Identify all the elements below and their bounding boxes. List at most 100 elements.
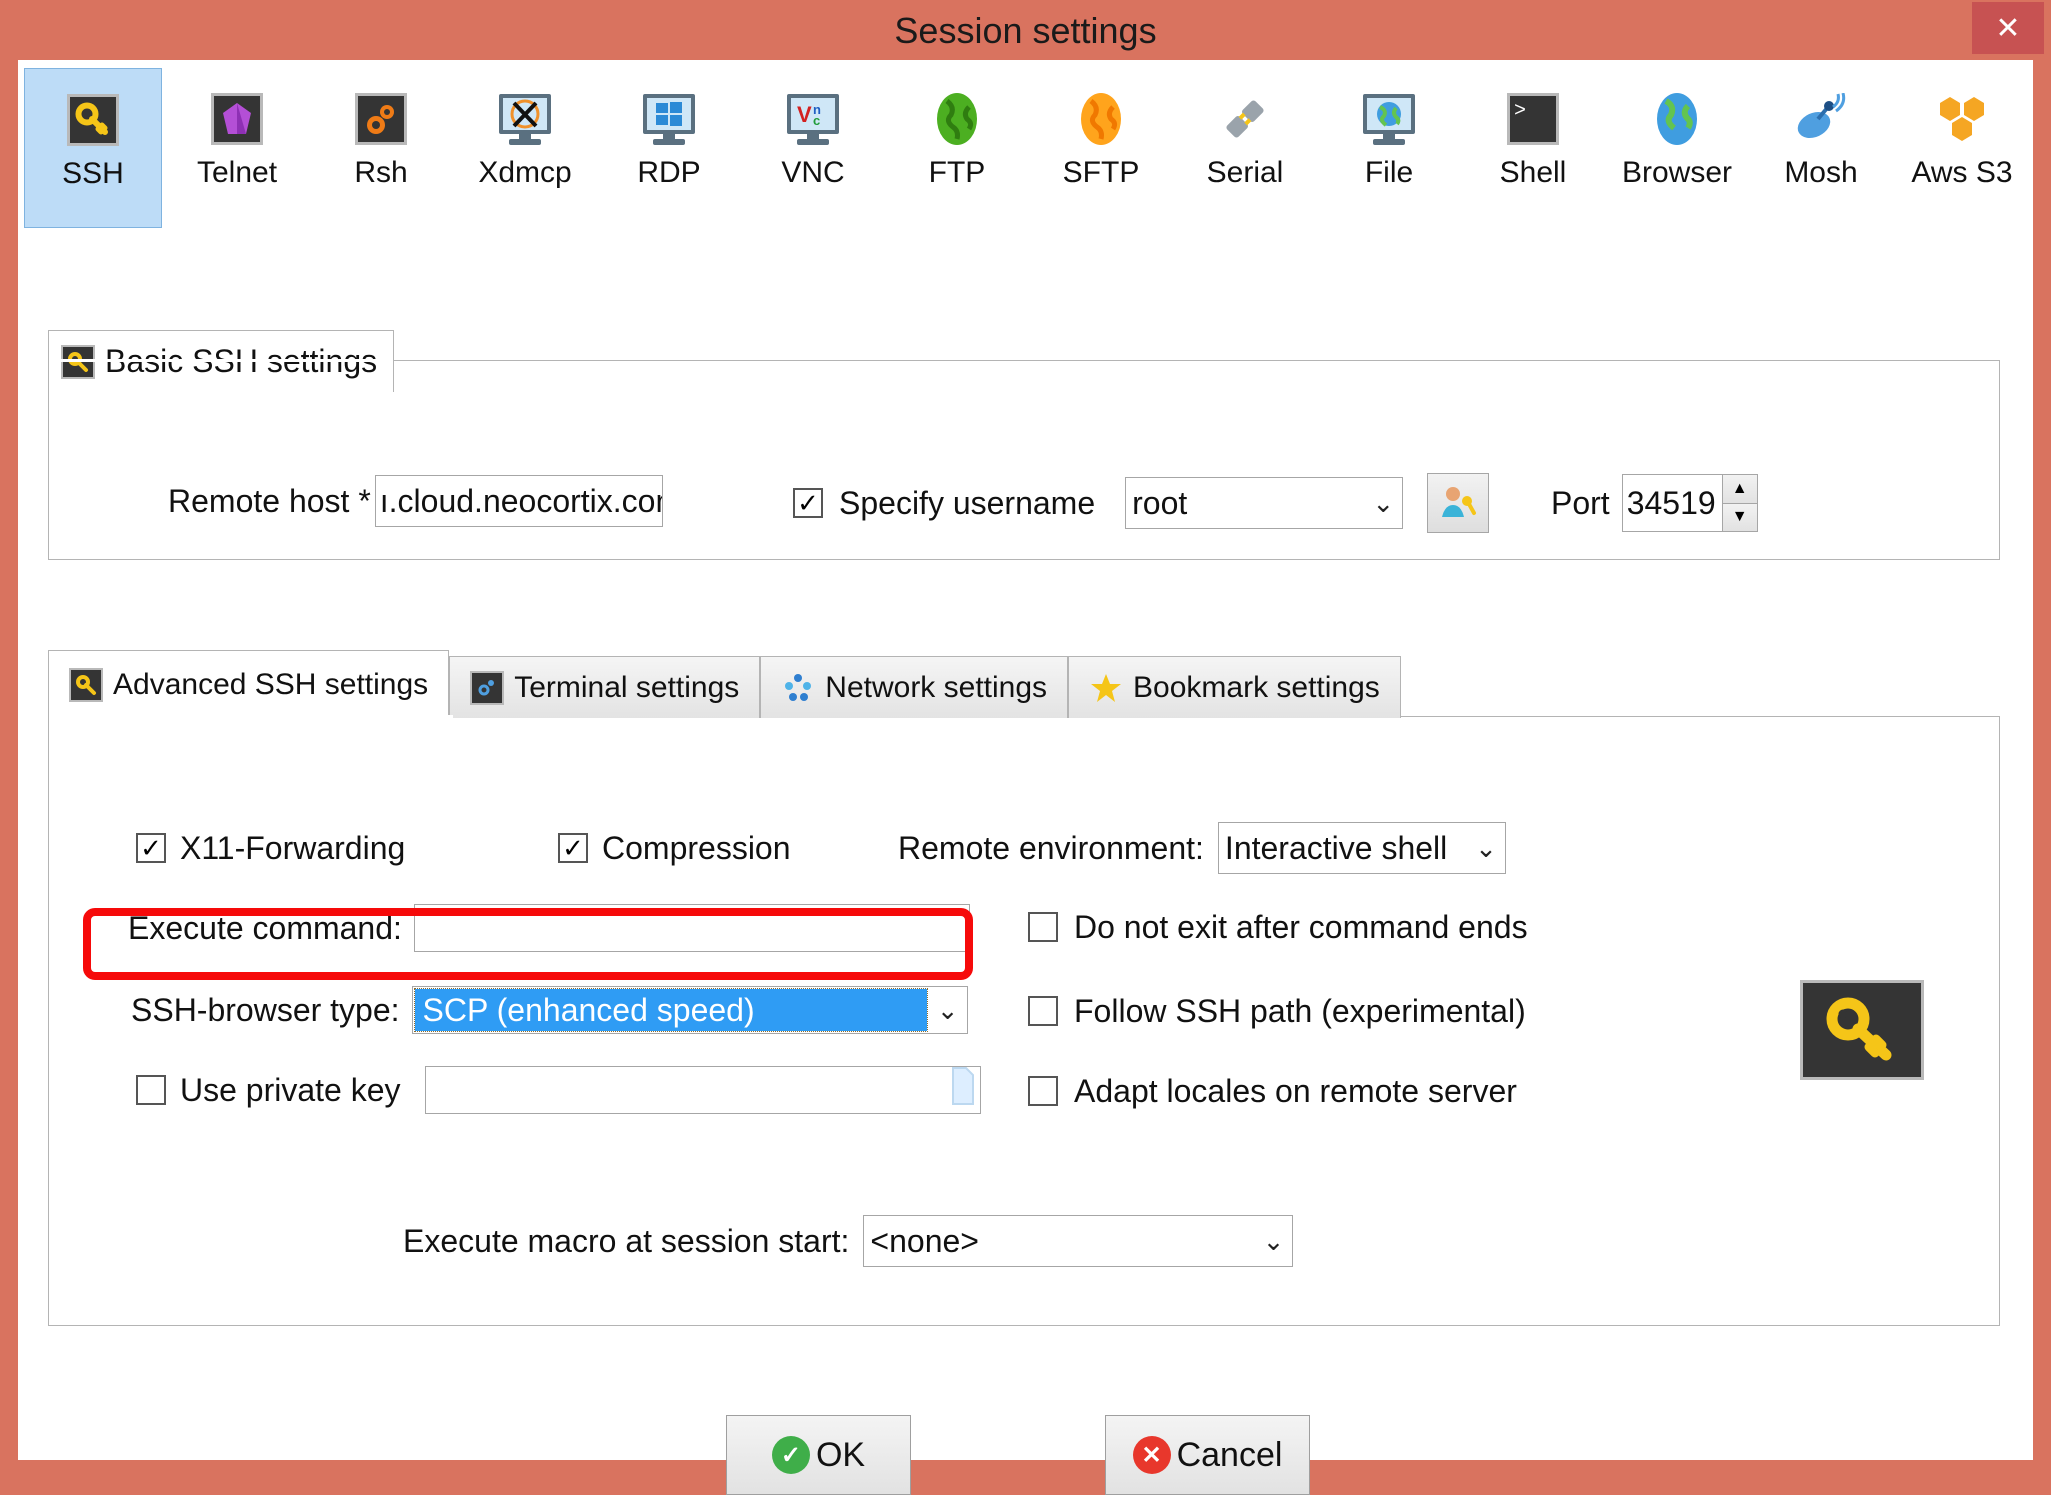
- protocol-label: Browser: [1622, 158, 1732, 188]
- check-circle-icon: ✓: [772, 1436, 810, 1474]
- remote-environment-combo[interactable]: Interactive shell ⌄: [1218, 822, 1506, 874]
- private-key-input[interactable]: [425, 1066, 981, 1114]
- adapt-locales-row: Adapt locales on remote server: [1028, 1067, 1517, 1115]
- protocol-label: VNC: [781, 158, 844, 188]
- protocol-serial[interactable]: Serial: [1176, 68, 1314, 228]
- remote-host-input[interactable]: ı.cloud.neocortix.com: [375, 475, 663, 527]
- x11-forwarding-label: X11-Forwarding: [180, 830, 405, 867]
- cancel-label: Cancel: [1177, 1436, 1283, 1475]
- protocol-label: Serial: [1207, 158, 1284, 188]
- x-circle-icon: ✕: [1133, 1436, 1171, 1474]
- orange-globe-icon: [1072, 90, 1130, 148]
- protocol-label: Shell: [1500, 158, 1567, 188]
- remote-host-row: Remote host * ı.cloud.neocortix.com: [168, 475, 663, 527]
- use-private-key-checkbox[interactable]: [136, 1075, 166, 1105]
- cancel-button[interactable]: ✕ Cancel: [1105, 1415, 1310, 1495]
- terminal-settings-icon: [470, 671, 504, 705]
- execute-command-input[interactable]: [414, 904, 970, 952]
- protocol-file[interactable]: File: [1320, 68, 1458, 228]
- key-icon: [64, 91, 122, 149]
- username-combo[interactable]: root ⌄: [1125, 477, 1403, 529]
- settings-tab-bar: Advanced SSH settings Terminal settings …: [48, 650, 1401, 718]
- protocol-ftp[interactable]: FTP: [888, 68, 1026, 228]
- protocol-telnet[interactable]: Telnet: [168, 68, 306, 228]
- username-value: root: [1132, 485, 1187, 522]
- port-label: Port: [1551, 485, 1610, 522]
- protocol-label: Xdmcp: [478, 158, 571, 188]
- protocol-ssh[interactable]: SSH: [24, 68, 162, 228]
- execute-macro-combo[interactable]: <none> ⌄: [863, 1215, 1293, 1267]
- terminal-icon: >: [1504, 90, 1562, 148]
- tab-label: Network settings: [825, 671, 1047, 705]
- do-not-exit-checkbox[interactable]: [1028, 912, 1058, 942]
- svg-text:c: c: [813, 113, 820, 128]
- ssh-browser-type-row: SSH-browser type: SCP (enhanced speed) ⌄: [131, 985, 968, 1035]
- adapt-locales-label: Adapt locales on remote server: [1074, 1073, 1517, 1110]
- session-settings-dialog: Session settings ✕ SSH Telnet: [0, 0, 2051, 1479]
- specify-username-label: Specify username: [839, 485, 1095, 522]
- gem-icon: [208, 90, 266, 148]
- user-key-icon[interactable]: [1427, 473, 1489, 533]
- blue-globe-icon: [1648, 90, 1706, 148]
- remote-host-label: Remote host *: [168, 483, 371, 520]
- protocol-label: Rsh: [354, 158, 407, 188]
- port-input[interactable]: 34519: [1622, 474, 1722, 532]
- protocol-browser[interactable]: Browser: [1608, 68, 1746, 228]
- protocol-label: Telnet: [197, 158, 277, 188]
- ok-label: OK: [816, 1436, 865, 1475]
- protocol-rdp[interactable]: RDP: [600, 68, 738, 228]
- chevron-down-icon: ⌄: [1263, 1226, 1285, 1257]
- ssh-browser-type-value: SCP (enhanced speed): [415, 989, 927, 1031]
- tab-advanced-ssh-settings[interactable]: Advanced SSH settings: [48, 650, 449, 718]
- specify-username-checkbox[interactable]: ✓: [793, 488, 823, 518]
- port-row: Port 34519 ▲ ▼: [1551, 475, 1758, 531]
- protocol-aws-s3[interactable]: Aws S3: [1896, 68, 2028, 228]
- execute-macro-value: <none>: [870, 1223, 979, 1260]
- protocol-label: SFTP: [1063, 158, 1140, 188]
- follow-ssh-path-label: Follow SSH path (experimental): [1074, 993, 1526, 1030]
- ssh-browser-type-combo[interactable]: SCP (enhanced speed) ⌄: [412, 986, 968, 1034]
- execute-macro-row: Execute macro at session start: <none> ⌄: [403, 1215, 1293, 1267]
- satellite-icon: [1792, 90, 1850, 148]
- tab-network-settings[interactable]: Network settings: [760, 656, 1068, 718]
- do-not-exit-label: Do not exit after command ends: [1074, 909, 1528, 946]
- port-spinner-down[interactable]: ▼: [1722, 504, 1758, 533]
- ok-button[interactable]: ✓ OK: [726, 1415, 911, 1495]
- follow-ssh-path-row: Follow SSH path (experimental): [1028, 987, 1526, 1035]
- protocol-label: Aws S3: [1911, 158, 2012, 188]
- plug-icon: [1216, 90, 1274, 148]
- protocol-shell[interactable]: > Shell: [1464, 68, 1602, 228]
- adapt-locales-checkbox[interactable]: [1028, 1076, 1058, 1106]
- follow-ssh-path-checkbox[interactable]: [1028, 996, 1058, 1026]
- use-private-key-label: Use private key: [180, 1072, 401, 1109]
- compression-checkbox[interactable]: ✓: [558, 833, 588, 863]
- chevron-down-icon: ⌄: [937, 995, 959, 1026]
- tab-label: Advanced SSH settings: [113, 668, 428, 702]
- protocol-label: File: [1365, 158, 1413, 188]
- protocol-toolbar: SSH Telnet Rsh: [18, 60, 2033, 235]
- specify-username-row: ✓ Specify username root ⌄: [793, 475, 1489, 531]
- x11-forwarding-checkbox[interactable]: ✓: [136, 833, 166, 863]
- vnc-monitor-icon: Vnc: [784, 90, 842, 148]
- protocol-vnc[interactable]: Vnc VNC: [744, 68, 882, 228]
- file-icon[interactable]: [950, 1066, 976, 1114]
- tab-terminal-settings[interactable]: Terminal settings: [449, 656, 760, 718]
- protocol-xdmcp[interactable]: Xdmcp: [456, 68, 594, 228]
- protocol-sftp[interactable]: SFTP: [1032, 68, 1170, 228]
- compression-row: ✓ Compression: [558, 825, 791, 871]
- tab-label: Terminal settings: [514, 671, 739, 705]
- x11-forwarding-row: ✓ X11-Forwarding: [136, 825, 405, 871]
- network-dots-icon: [781, 671, 815, 705]
- svg-text:V: V: [797, 102, 812, 127]
- port-spinner-up[interactable]: ▲: [1722, 474, 1758, 504]
- tab-bookmark-settings[interactable]: Bookmark settings: [1068, 656, 1401, 718]
- close-icon[interactable]: ✕: [1972, 2, 2044, 54]
- gears-icon: [352, 90, 410, 148]
- page-title: Session settings: [0, 0, 2051, 62]
- protocol-rsh[interactable]: Rsh: [312, 68, 450, 228]
- aws-cubes-icon: [1933, 90, 1991, 148]
- key-icon: [69, 668, 103, 702]
- globe-monitor-icon: [1360, 90, 1418, 148]
- protocol-mosh[interactable]: Mosh: [1752, 68, 1890, 228]
- green-globe-icon: [928, 90, 986, 148]
